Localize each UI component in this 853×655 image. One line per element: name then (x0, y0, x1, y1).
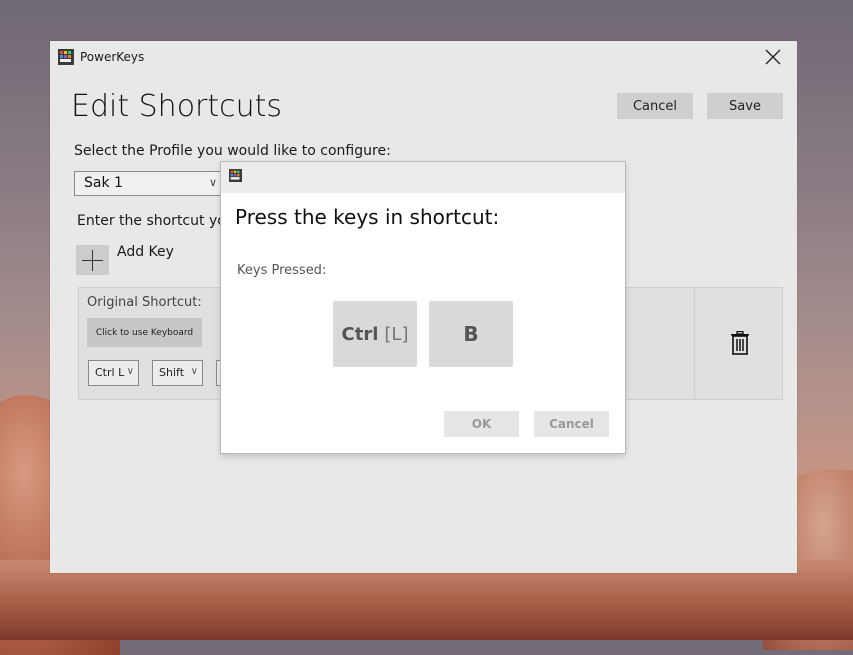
key-dropdown-2-value: Shift (159, 366, 185, 379)
use-keyboard-button[interactable]: Click to use Keyboard (87, 318, 202, 347)
pressed-key-ctrl-side: [L] (384, 323, 409, 345)
ok-button[interactable]: OK (444, 411, 519, 437)
profile-prompt: Select the Profile you would like to con… (74, 143, 391, 159)
dialog-cancel-button[interactable]: Cancel (534, 411, 609, 437)
pressed-key-b: B (429, 301, 513, 367)
cancel-button[interactable]: Cancel (617, 93, 693, 119)
profile-dropdown[interactable]: Sak 1 ∨ (74, 171, 224, 196)
chevron-down-icon: ∨ (208, 176, 217, 189)
dialog-heading: Press the keys in shortcut: (235, 205, 500, 229)
close-icon (765, 49, 781, 65)
profile-selected-value: Sak 1 (84, 175, 123, 191)
dialog-title-bar (221, 162, 625, 193)
chevron-down-icon: ∨ (126, 366, 134, 377)
pressed-key-ctrl-label: Ctrl (341, 323, 379, 345)
original-shortcut-label: Original Shortcut: (87, 295, 202, 310)
shortcut-capture-dialog: Press the keys in shortcut: Keys Pressed… (220, 161, 626, 454)
key-dropdown-1[interactable]: Ctrl L ∨ (88, 360, 139, 386)
add-key-label: Add Key (117, 244, 174, 260)
window-title: PowerKeys (80, 50, 145, 64)
trash-icon[interactable] (730, 331, 750, 355)
close-button[interactable] (749, 41, 797, 73)
chevron-down-icon: ∨ (190, 366, 198, 377)
column-divider (694, 288, 695, 399)
shortcut-prompt: Enter the shortcut yo (77, 213, 226, 229)
page-title: Edit Shortcuts (71, 89, 283, 124)
powerkeys-logo-icon (229, 169, 242, 182)
pressed-key-ctrl: Ctrl [L] (333, 301, 417, 367)
plus-icon (82, 250, 103, 271)
keys-pressed-label: Keys Pressed: (237, 263, 327, 278)
add-key-button[interactable] (76, 245, 109, 275)
powerkeys-logo-icon (58, 49, 74, 65)
key-dropdown-1-value: Ctrl L (95, 366, 125, 379)
title-bar: PowerKeys (50, 41, 797, 73)
key-dropdown-2[interactable]: Shift ∨ (152, 360, 203, 386)
save-button[interactable]: Save (707, 93, 783, 119)
